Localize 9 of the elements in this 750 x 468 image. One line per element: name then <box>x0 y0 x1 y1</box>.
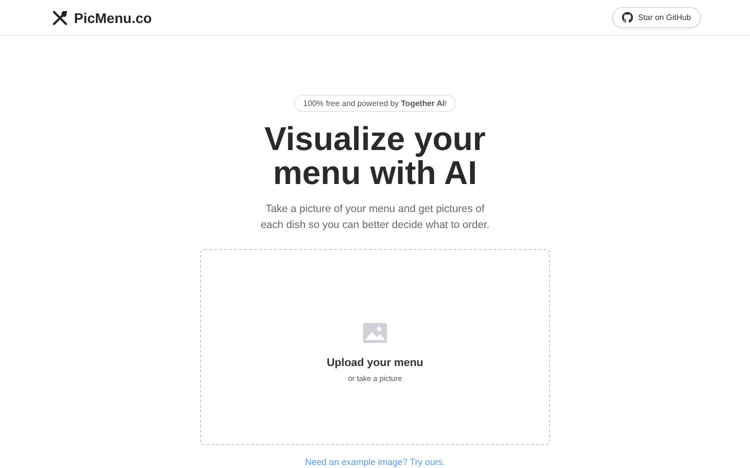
utensils-icon <box>52 10 68 26</box>
upload-title: Upload your menu <box>326 357 424 369</box>
powered-by-badge: 100% free and powered by Together AI! <box>294 95 456 112</box>
github-button[interactable]: Star on GitHub <box>612 7 701 28</box>
image-icon <box>363 323 387 343</box>
page-title: Visualize your menu with AI <box>263 122 487 190</box>
logo-text[interactable]: PicMenu.co <box>74 10 152 26</box>
subtitle: Take a picture of your menu and get pictures of each dish so you can better decide what to order. <box>260 202 490 233</box>
github-icon <box>622 12 634 23</box>
